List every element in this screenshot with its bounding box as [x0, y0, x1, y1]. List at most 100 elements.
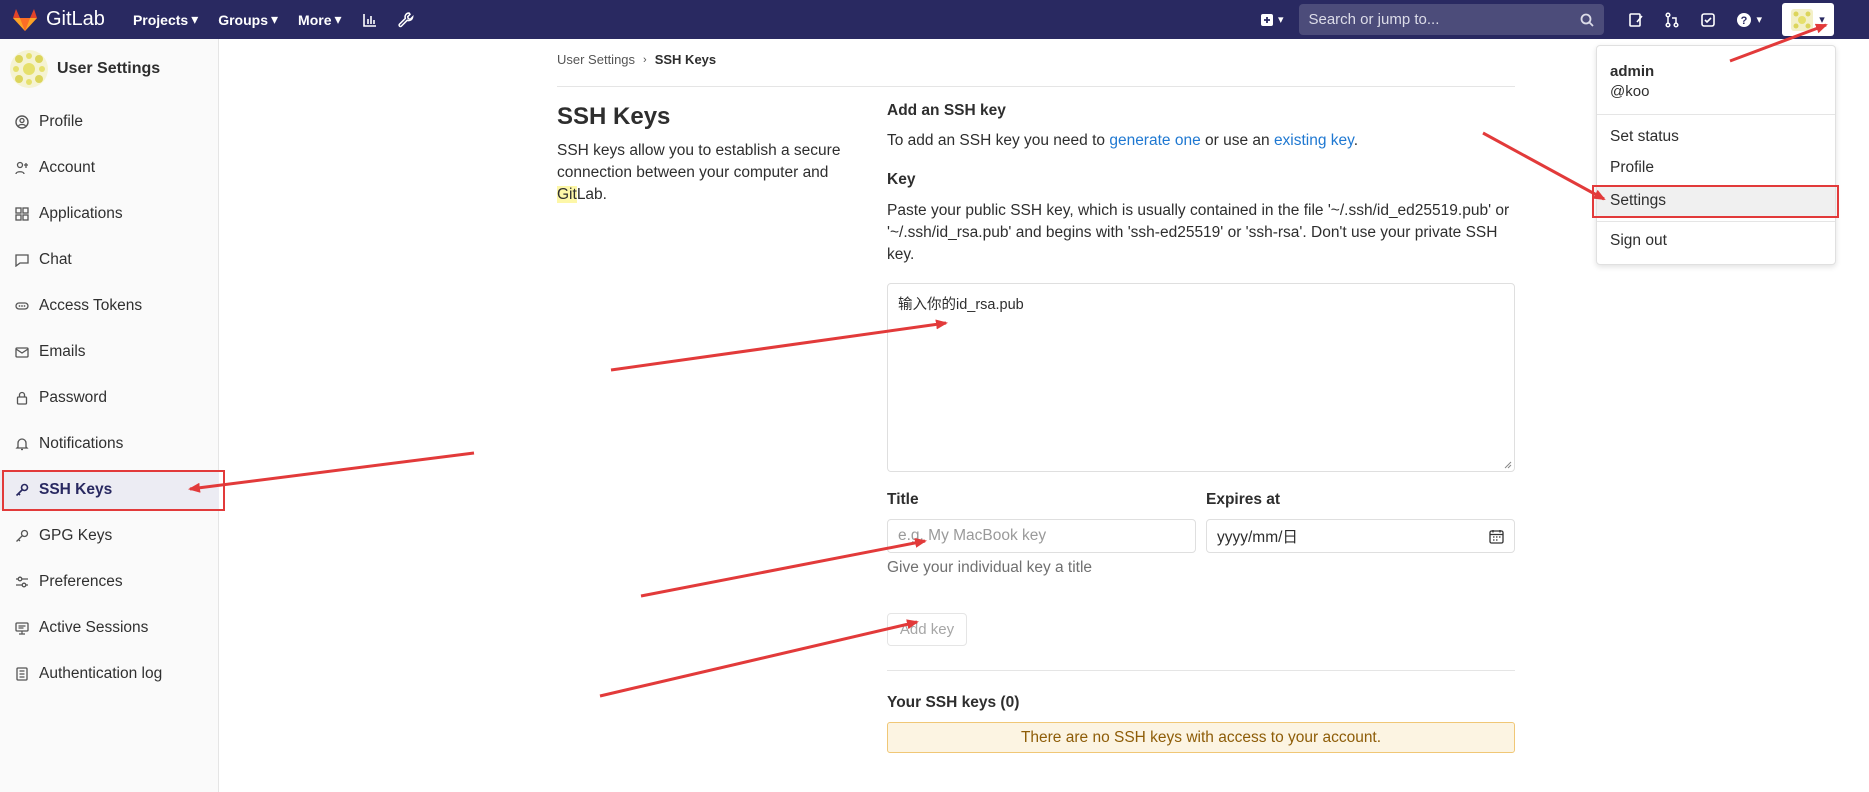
access-tokens-icon [15, 299, 29, 313]
sidebar-item-label: Access Tokens [39, 297, 143, 314]
description-text: SSH keys allow you to establish a secure… [557, 142, 841, 181]
calendar-icon[interactable] [1489, 529, 1504, 544]
sidebar-header[interactable]: User Settings [0, 39, 218, 99]
merge-request-icon[interactable] [1664, 11, 1680, 28]
projects-menu[interactable]: Projects ▾ [133, 11, 198, 28]
user-dropdown-menu: admin @koo Set status Profile Settings S… [1596, 45, 1836, 265]
intro-text-middle: or use an [1200, 132, 1274, 149]
sidebar-item-password[interactable]: Password [0, 378, 219, 418]
sidebar-item-chat[interactable]: Chat [0, 240, 219, 280]
title-label: Title [887, 491, 919, 508]
key-help-text: Paste your public SSH key, which is usua… [887, 202, 1510, 263]
groups-menu[interactable]: Groups ▾ [218, 11, 278, 28]
sidebar-item-label: Preferences [39, 573, 123, 590]
avatar-icon [10, 50, 48, 88]
nav-menu: Projects ▾ Groups ▾ More ▾ [133, 11, 414, 28]
sidebar-title: User Settings [57, 60, 161, 77]
log-icon [15, 667, 29, 681]
plus-square-icon [1260, 13, 1273, 26]
wrench-icon[interactable] [397, 11, 414, 28]
projects-menu-label: Projects [132, 11, 189, 28]
chevron-down-icon: ▾ [1819, 14, 1825, 26]
chevron-down-icon: ▾ [191, 11, 199, 27]
help-icon[interactable]: ? ▾ [1736, 12, 1762, 28]
gitlab-logo[interactable]: GitLab [12, 8, 105, 32]
dropdown-divider [1597, 221, 1835, 222]
search-icon [1581, 13, 1595, 27]
new-item-button[interactable]: ▾ [1260, 13, 1283, 27]
dropdown-divider [1597, 114, 1835, 115]
breadcrumb-current[interactable]: SSH Keys [655, 52, 716, 67]
divider [887, 670, 1515, 671]
sidebar-item-label: GPG Keys [39, 527, 113, 544]
sidebar-item-label: Applications [39, 205, 123, 222]
page-title: SSH Keys [557, 103, 671, 130]
chevron-right-icon: › [643, 53, 647, 66]
existing-key-link[interactable]: existing key [1274, 132, 1354, 149]
generate-one-link[interactable]: generate one [1109, 132, 1200, 149]
sign-out-menu-item[interactable]: Sign out [1597, 226, 1835, 256]
set-status-menu-item[interactable]: Set status [1597, 122, 1835, 152]
annotation-box-ssh-keys [2, 470, 225, 511]
sidebar-item-notifications[interactable]: Notifications [0, 424, 219, 464]
issues-check-icon[interactable] [1700, 12, 1716, 28]
title-input-placeholder: e.g. My MacBook key [898, 527, 1047, 544]
sidebar-item-label: Notifications [39, 435, 124, 452]
resize-handle-icon[interactable] [1503, 460, 1512, 469]
sidebar-item-label: Chat [39, 251, 72, 268]
arrow-to-ssh-keys [188, 451, 475, 493]
add-ssh-key-heading: Add an SSH key [887, 102, 1006, 119]
chevron-down-icon: ▾ [1756, 14, 1762, 26]
sidebar-item-label: Authentication log [39, 665, 163, 682]
monitor-icon [15, 621, 29, 635]
dropdown-username: @koo [1610, 83, 1650, 100]
your-ssh-keys-heading: Your SSH keys (0) [887, 694, 1020, 711]
key-textarea[interactable]: 输入你的id_rsa.pub [887, 283, 1515, 472]
expires-date-input[interactable]: yyyy/mm/日 [1206, 519, 1515, 553]
more-menu[interactable]: More ▾ [298, 11, 341, 28]
mail-icon [15, 345, 29, 359]
activity-chart-icon[interactable] [362, 12, 378, 28]
sidebar-item-access-tokens[interactable]: Access Tokens [0, 286, 219, 326]
chat-icon [15, 253, 29, 267]
expires-label: Expires at [1206, 491, 1281, 508]
no-keys-alert: There are no SSH keys with access to you… [887, 722, 1515, 753]
account-icon [15, 161, 29, 175]
sidebar-item-preferences[interactable]: Preferences [0, 562, 219, 602]
profile-menu-item[interactable]: Profile [1597, 153, 1835, 183]
expires-date-value: yyyy/mm/日 [1217, 529, 1298, 546]
description-highlight: Git [557, 186, 577, 203]
sidebar-item-authentication-log[interactable]: Authentication log [0, 654, 219, 694]
arrow-to-add-key [599, 619, 919, 698]
key-label: Key [887, 171, 916, 188]
sidebar-item-label: Password [39, 389, 108, 406]
intro-text: To add an SSH key you need to [887, 132, 1110, 149]
sidebar-item-label: Profile [39, 113, 83, 130]
add-key-button[interactable]: Add key [887, 613, 967, 646]
search-box[interactable]: Search or jump to... [1299, 4, 1605, 35]
breadcrumb-parent[interactable]: User Settings [557, 52, 635, 67]
todo-list-icon[interactable] [1628, 12, 1644, 28]
sidebar-item-gpg-keys[interactable]: GPG Keys [0, 516, 219, 556]
more-menu-label: More [298, 11, 332, 28]
search-input[interactable]: Search or jump to... [1308, 11, 1439, 28]
sidebar-item-emails[interactable]: Emails [0, 332, 219, 372]
breadcrumb: User Settings › SSH Keys [557, 52, 716, 67]
sidebar-item-applications[interactable]: Applications [0, 194, 219, 234]
settings-sidebar: User Settings Profile Account Applicatio… [0, 39, 219, 792]
intro-text-end: . [1353, 132, 1359, 149]
preferences-icon [15, 575, 29, 589]
key-icon [15, 529, 29, 543]
title-help-text: Give your individual key a title [887, 559, 1093, 576]
dropdown-user-name: admin [1610, 63, 1655, 80]
user-avatar-button[interactable]: ▾ [1782, 3, 1834, 36]
groups-menu-label: Groups [218, 11, 268, 28]
sidebar-item-profile[interactable]: Profile [0, 102, 219, 142]
brand-name: GitLab [46, 8, 105, 30]
annotation-box-settings [1592, 185, 1839, 218]
sidebar-item-active-sessions[interactable]: Active Sessions [0, 608, 219, 648]
sidebar-item-account[interactable]: Account [0, 148, 219, 188]
title-input[interactable]: e.g. My MacBook key [887, 519, 1196, 553]
applications-icon [15, 207, 29, 221]
sidebar-item-label: Emails [39, 343, 86, 360]
